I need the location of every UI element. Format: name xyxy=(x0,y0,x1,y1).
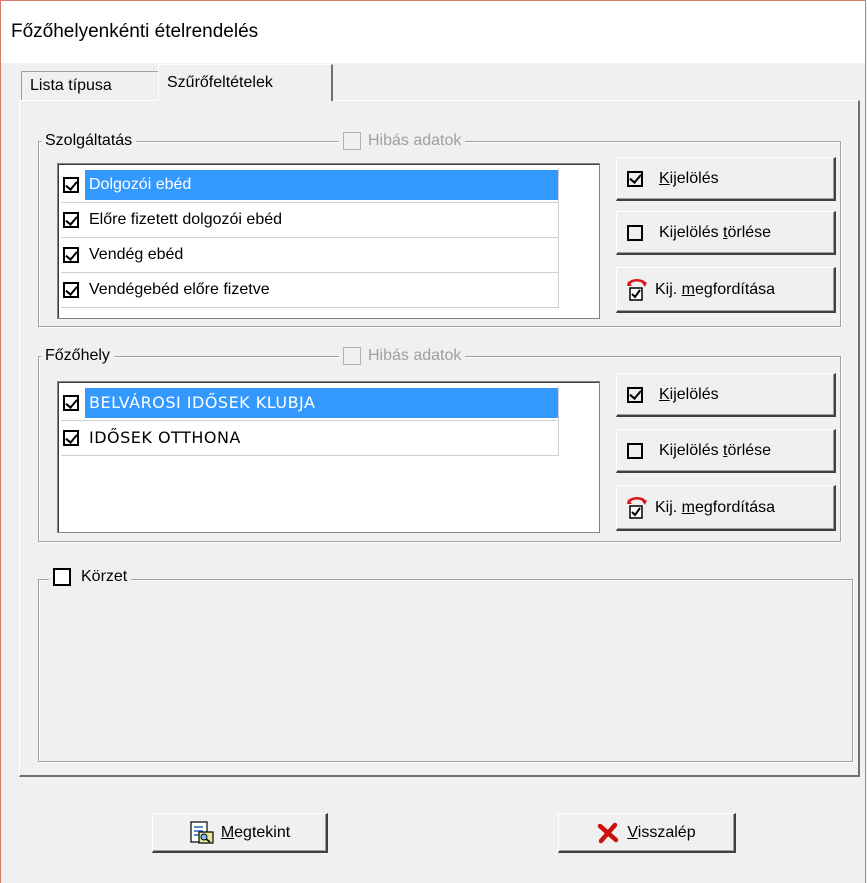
checkbox-checked-icon xyxy=(627,170,643,187)
checkbox-icon[interactable] xyxy=(63,395,79,411)
checkbox-icon[interactable] xyxy=(63,282,79,298)
button-label: Kijelölés törlése xyxy=(659,223,772,241)
checkbox-icon[interactable] xyxy=(63,212,79,228)
tab-szurofeltetelek[interactable]: Szűrőfeltételek xyxy=(158,64,333,101)
tab-label: Szűrőfeltételek xyxy=(167,74,273,91)
checkbox-icon xyxy=(343,132,361,150)
list-item[interactable]: Vendég ebéd xyxy=(61,238,559,273)
szolgaltatas-clear-selection-button[interactable]: Kijelölés törlése xyxy=(616,211,836,255)
szolgaltatas-label: Szolgáltatás xyxy=(41,131,137,151)
fozohely-hibas-checkbox: Hibás adatok xyxy=(339,346,466,366)
szolgaltatas-listbox[interactable]: Dolgozói ebéd Előre fizetett dolgozói eb… xyxy=(57,163,600,319)
button-label: Kijelölés xyxy=(659,169,719,187)
checkbox-icon[interactable] xyxy=(63,247,79,263)
list-item-label: Dolgozói ebéd xyxy=(85,170,558,200)
korzet-group xyxy=(38,579,853,762)
button-label: Megtekint xyxy=(220,823,291,841)
fozohely-listbox[interactable]: BELVÁROSI IDŐSEK KLUBJA IDŐSEK OTTHONA xyxy=(57,381,600,533)
hibas-label: Hibás adatok xyxy=(368,132,462,149)
szolgaltatas-hibas-checkbox: Hibás adatok xyxy=(339,131,466,151)
red-x-icon xyxy=(598,822,619,843)
checkbox-checked-icon xyxy=(627,386,643,403)
preview-document-icon xyxy=(190,820,214,844)
title-area: Főzőhelyenkénti ételrendelés xyxy=(1,1,865,63)
button-label: Visszalép xyxy=(627,823,696,841)
list-item[interactable]: Előre fizetett dolgozói ebéd xyxy=(61,203,559,238)
fozohely-invert-selection-button[interactable]: Kij. megfordítása xyxy=(616,485,836,531)
list-item-label: Előre fizetett dolgozói ebéd xyxy=(89,211,283,228)
dialog-window: Főzőhelyenkénti ételrendelés Lista típus… xyxy=(0,0,866,883)
checkbox-empty-icon xyxy=(627,442,643,459)
fozohely-clear-selection-button[interactable]: Kijelölés törlése xyxy=(616,429,836,473)
checkbox-empty-icon xyxy=(627,224,643,241)
invert-selection-icon xyxy=(627,278,647,301)
list-item[interactable]: IDŐSEK OTTHONA xyxy=(61,421,559,456)
checkbox-icon[interactable] xyxy=(63,177,79,193)
list-item-label: Vendégebéd előre fizetve xyxy=(89,281,270,298)
list-item-label: BELVÁROSI IDŐSEK KLUBJA xyxy=(85,388,558,418)
checkbox-icon xyxy=(343,347,361,365)
szolgaltatas-select-all-button[interactable]: Kijelölés xyxy=(616,157,836,201)
button-label: Kij. megfordítása xyxy=(655,280,776,298)
button-label: Kijelölés xyxy=(659,385,719,403)
button-label: Kij. megfordítása xyxy=(655,498,776,516)
hibas-label: Hibás adatok xyxy=(368,347,462,364)
visszalep-button[interactable]: Visszalép xyxy=(558,813,736,853)
korzet-label: Körzet xyxy=(81,568,128,585)
checkbox-icon[interactable] xyxy=(53,568,71,586)
list-item-label: Vendég ebéd xyxy=(89,246,184,263)
checkbox-icon[interactable] xyxy=(63,430,79,446)
korzet-checkbox[interactable]: Körzet xyxy=(49,567,132,587)
list-item[interactable]: BELVÁROSI IDŐSEK KLUBJA xyxy=(61,386,559,421)
megtekint-button[interactable]: Megtekint xyxy=(152,813,328,853)
fozohely-label: Főzőhely xyxy=(41,346,114,366)
tab-lista-tipusa[interactable]: Lista típusa xyxy=(21,71,164,100)
szolgaltatas-invert-selection-button[interactable]: Kij. megfordítása xyxy=(616,267,836,313)
tab-label: Lista típusa xyxy=(30,77,112,94)
list-item[interactable]: Dolgozói ebéd xyxy=(61,168,559,203)
fozohely-select-all-button[interactable]: Kijelölés xyxy=(616,373,836,417)
window-title: Főzőhelyenkénti ételrendelés xyxy=(11,21,259,42)
list-item-label: IDŐSEK OTTHONA xyxy=(89,428,241,447)
invert-selection-icon xyxy=(627,496,647,519)
list-item[interactable]: Vendégebéd előre fizetve xyxy=(61,273,559,308)
button-label: Kijelölés törlése xyxy=(659,441,772,459)
